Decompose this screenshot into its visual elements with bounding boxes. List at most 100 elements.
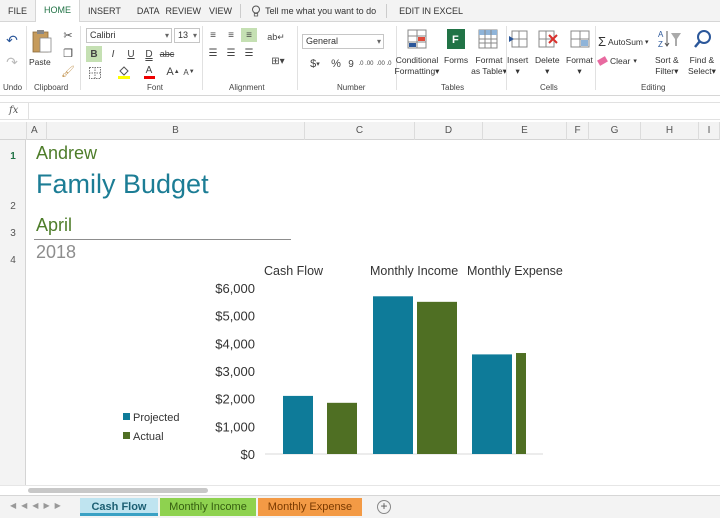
percent-button[interactable]: %	[330, 56, 342, 72]
autosum-button[interactable]: Σ AutoSum ▾	[598, 34, 649, 49]
column-header-h[interactable]: H	[641, 122, 699, 140]
y-tick-label: $0	[241, 447, 255, 462]
delete-cells-button[interactable]: Delete ▾	[535, 55, 560, 77]
format-painter-icon[interactable]: 🖌	[61, 64, 75, 78]
column-header-e[interactable]: E	[483, 122, 567, 140]
grow-font-button[interactable]: A ▲	[166, 64, 180, 80]
format-cells-icon[interactable]	[569, 28, 591, 50]
redo-icon[interactable]: ↷	[4, 54, 20, 70]
conditional-formatting-label-1: Conditional	[395, 55, 439, 65]
align-left-icon[interactable]: ☰	[206, 46, 220, 60]
wrap-text-icon[interactable]: ab↵	[267, 30, 285, 44]
tell-me-label: Tell me what you want to do	[265, 5, 377, 16]
edit-in-excel-button[interactable]: EDIT IN EXCEL	[391, 0, 471, 22]
borders-icon[interactable]	[88, 66, 102, 80]
row-header-3[interactable]: 3	[0, 228, 26, 239]
insert-cells-icon[interactable]	[508, 28, 530, 50]
sheet-nav-arrows[interactable]: ◀◀◀▶▶	[10, 501, 66, 510]
legend-label-actual: Actual	[133, 431, 164, 443]
bold-button[interactable]: B	[86, 46, 102, 62]
clear-button[interactable]: Clear ▾	[597, 56, 637, 66]
column-header-f[interactable]: F	[567, 122, 589, 140]
paste-button[interactable]: Paste	[29, 57, 51, 67]
autosum-label: AutoSum	[608, 36, 644, 47]
align-bottom-icon[interactable]: ≡	[241, 28, 257, 42]
row-header-1[interactable]: 1	[0, 151, 26, 162]
font-size-dropdown[interactable]: 13	[174, 28, 200, 43]
font-color-button[interactable]: A	[142, 64, 156, 80]
number-group-label: Number	[337, 83, 366, 92]
lightbulb-icon	[252, 5, 261, 16]
sheet-tab-monthly-income[interactable]: Monthly Income	[160, 498, 256, 516]
row-header-4[interactable]: 4	[0, 255, 26, 266]
double-underline-button[interactable]: D	[142, 46, 156, 62]
group-divider	[26, 26, 27, 90]
decrease-decimal-button[interactable]: .00 .0	[376, 56, 392, 72]
column-headers: A B C D E F G H I	[0, 122, 720, 140]
forms-icon[interactable]: F	[445, 28, 467, 50]
align-middle-icon[interactable]: ≡	[224, 28, 238, 42]
insert-cells-button[interactable]: Insert ▾	[507, 55, 528, 77]
conditional-formatting-icon[interactable]	[406, 28, 428, 50]
sort-filter-icon[interactable]: AZ	[658, 28, 682, 50]
add-sheet-button[interactable]: +	[377, 500, 391, 514]
tab-data[interactable]: DATA	[129, 0, 162, 22]
scrollbar-thumb[interactable]	[28, 488, 208, 493]
increase-decimal-button[interactable]: .0 .00	[358, 56, 374, 72]
column-header-c[interactable]: C	[305, 122, 415, 140]
sheet-tab-monthly-expense[interactable]: Monthly Expense	[258, 498, 362, 516]
strikethrough-button[interactable]: abc	[158, 46, 176, 62]
column-header-d[interactable]: D	[415, 122, 483, 140]
tab-view[interactable]: VIEW	[205, 0, 236, 22]
format-cells-label: Format	[566, 55, 593, 65]
tab-insert[interactable]: INSERT	[80, 0, 129, 22]
insert-cells-label: Insert	[507, 55, 529, 65]
corner-select-all[interactable]	[0, 122, 27, 140]
currency-button[interactable]: $ ▾	[306, 56, 324, 72]
font-name-dropdown[interactable]: Calibri	[86, 28, 172, 43]
sort-filter-button[interactable]: Sort & Filter▾	[655, 55, 679, 77]
shrink-font-button[interactable]: A ▼	[182, 64, 196, 80]
italic-button[interactable]: I	[106, 46, 120, 62]
paste-icon[interactable]	[30, 28, 54, 56]
sheet-tab-cash-flow[interactable]: Cash Flow	[80, 498, 158, 516]
column-header-g[interactable]: G	[589, 122, 641, 140]
format-as-table-icon[interactable]	[477, 28, 499, 50]
align-top-icon[interactable]: ≡	[206, 28, 220, 42]
row-header-2[interactable]: 2	[0, 201, 26, 212]
tab-separator	[240, 3, 242, 18]
column-header-b[interactable]: B	[47, 122, 305, 140]
number-format-dropdown[interactable]: General	[302, 34, 384, 49]
column-header-i[interactable]: I	[699, 122, 720, 140]
tab-review[interactable]: REVIEW	[162, 0, 206, 22]
copy-icon[interactable]: ❐	[61, 46, 75, 60]
clipboard-group-label: Clipboard	[34, 83, 69, 92]
sort-filter-label-2: Filter▾	[655, 66, 679, 76]
find-select-icon[interactable]	[692, 28, 714, 50]
conditional-formatting-button[interactable]: Conditional Formatting▾	[394, 55, 440, 77]
cut-icon[interactable]: ✂	[61, 28, 75, 42]
align-right-icon[interactable]: ☰	[242, 46, 256, 60]
undo-icon[interactable]: ↶	[4, 32, 20, 48]
tab-home[interactable]: HOME	[35, 0, 81, 22]
format-as-table-button[interactable]: Format as Table▾	[471, 55, 507, 77]
align-center-icon[interactable]: ☰	[224, 46, 238, 60]
underline-button[interactable]: U	[124, 46, 138, 62]
formula-input[interactable]	[28, 103, 720, 119]
function-icon[interactable]: fx	[9, 105, 18, 116]
legend-swatch-projected	[123, 413, 130, 420]
delete-cells-icon[interactable]	[537, 28, 559, 50]
merge-center-icon[interactable]: ⊞▾	[268, 54, 288, 68]
format-cells-button[interactable]: Format ▾	[566, 55, 593, 77]
sheet-tab-bar: ◀◀◀▶▶ Cash Flow Monthly Income Monthly E…	[0, 495, 720, 518]
worksheet-grid[interactable]: Andrew Family Budget April 2018 $0 $1,000…	[27, 140, 720, 485]
find-select-button[interactable]: Find & Select▾	[688, 55, 716, 77]
column-header-a[interactable]: A	[27, 122, 47, 140]
forms-button[interactable]: Forms	[444, 55, 468, 65]
tell-me-box[interactable]: Tell me what you want to do	[245, 5, 382, 17]
budget-chart[interactable]: $0 $1,000 $2,000 $3,000 $4,000 $5,000 $6,000 Ca…	[27, 140, 720, 485]
fill-color-icon[interactable]	[116, 64, 132, 80]
horizontal-scrollbar[interactable]	[0, 485, 720, 495]
comma-button[interactable]: 9	[346, 56, 356, 72]
tab-file[interactable]: FILE	[0, 0, 35, 22]
